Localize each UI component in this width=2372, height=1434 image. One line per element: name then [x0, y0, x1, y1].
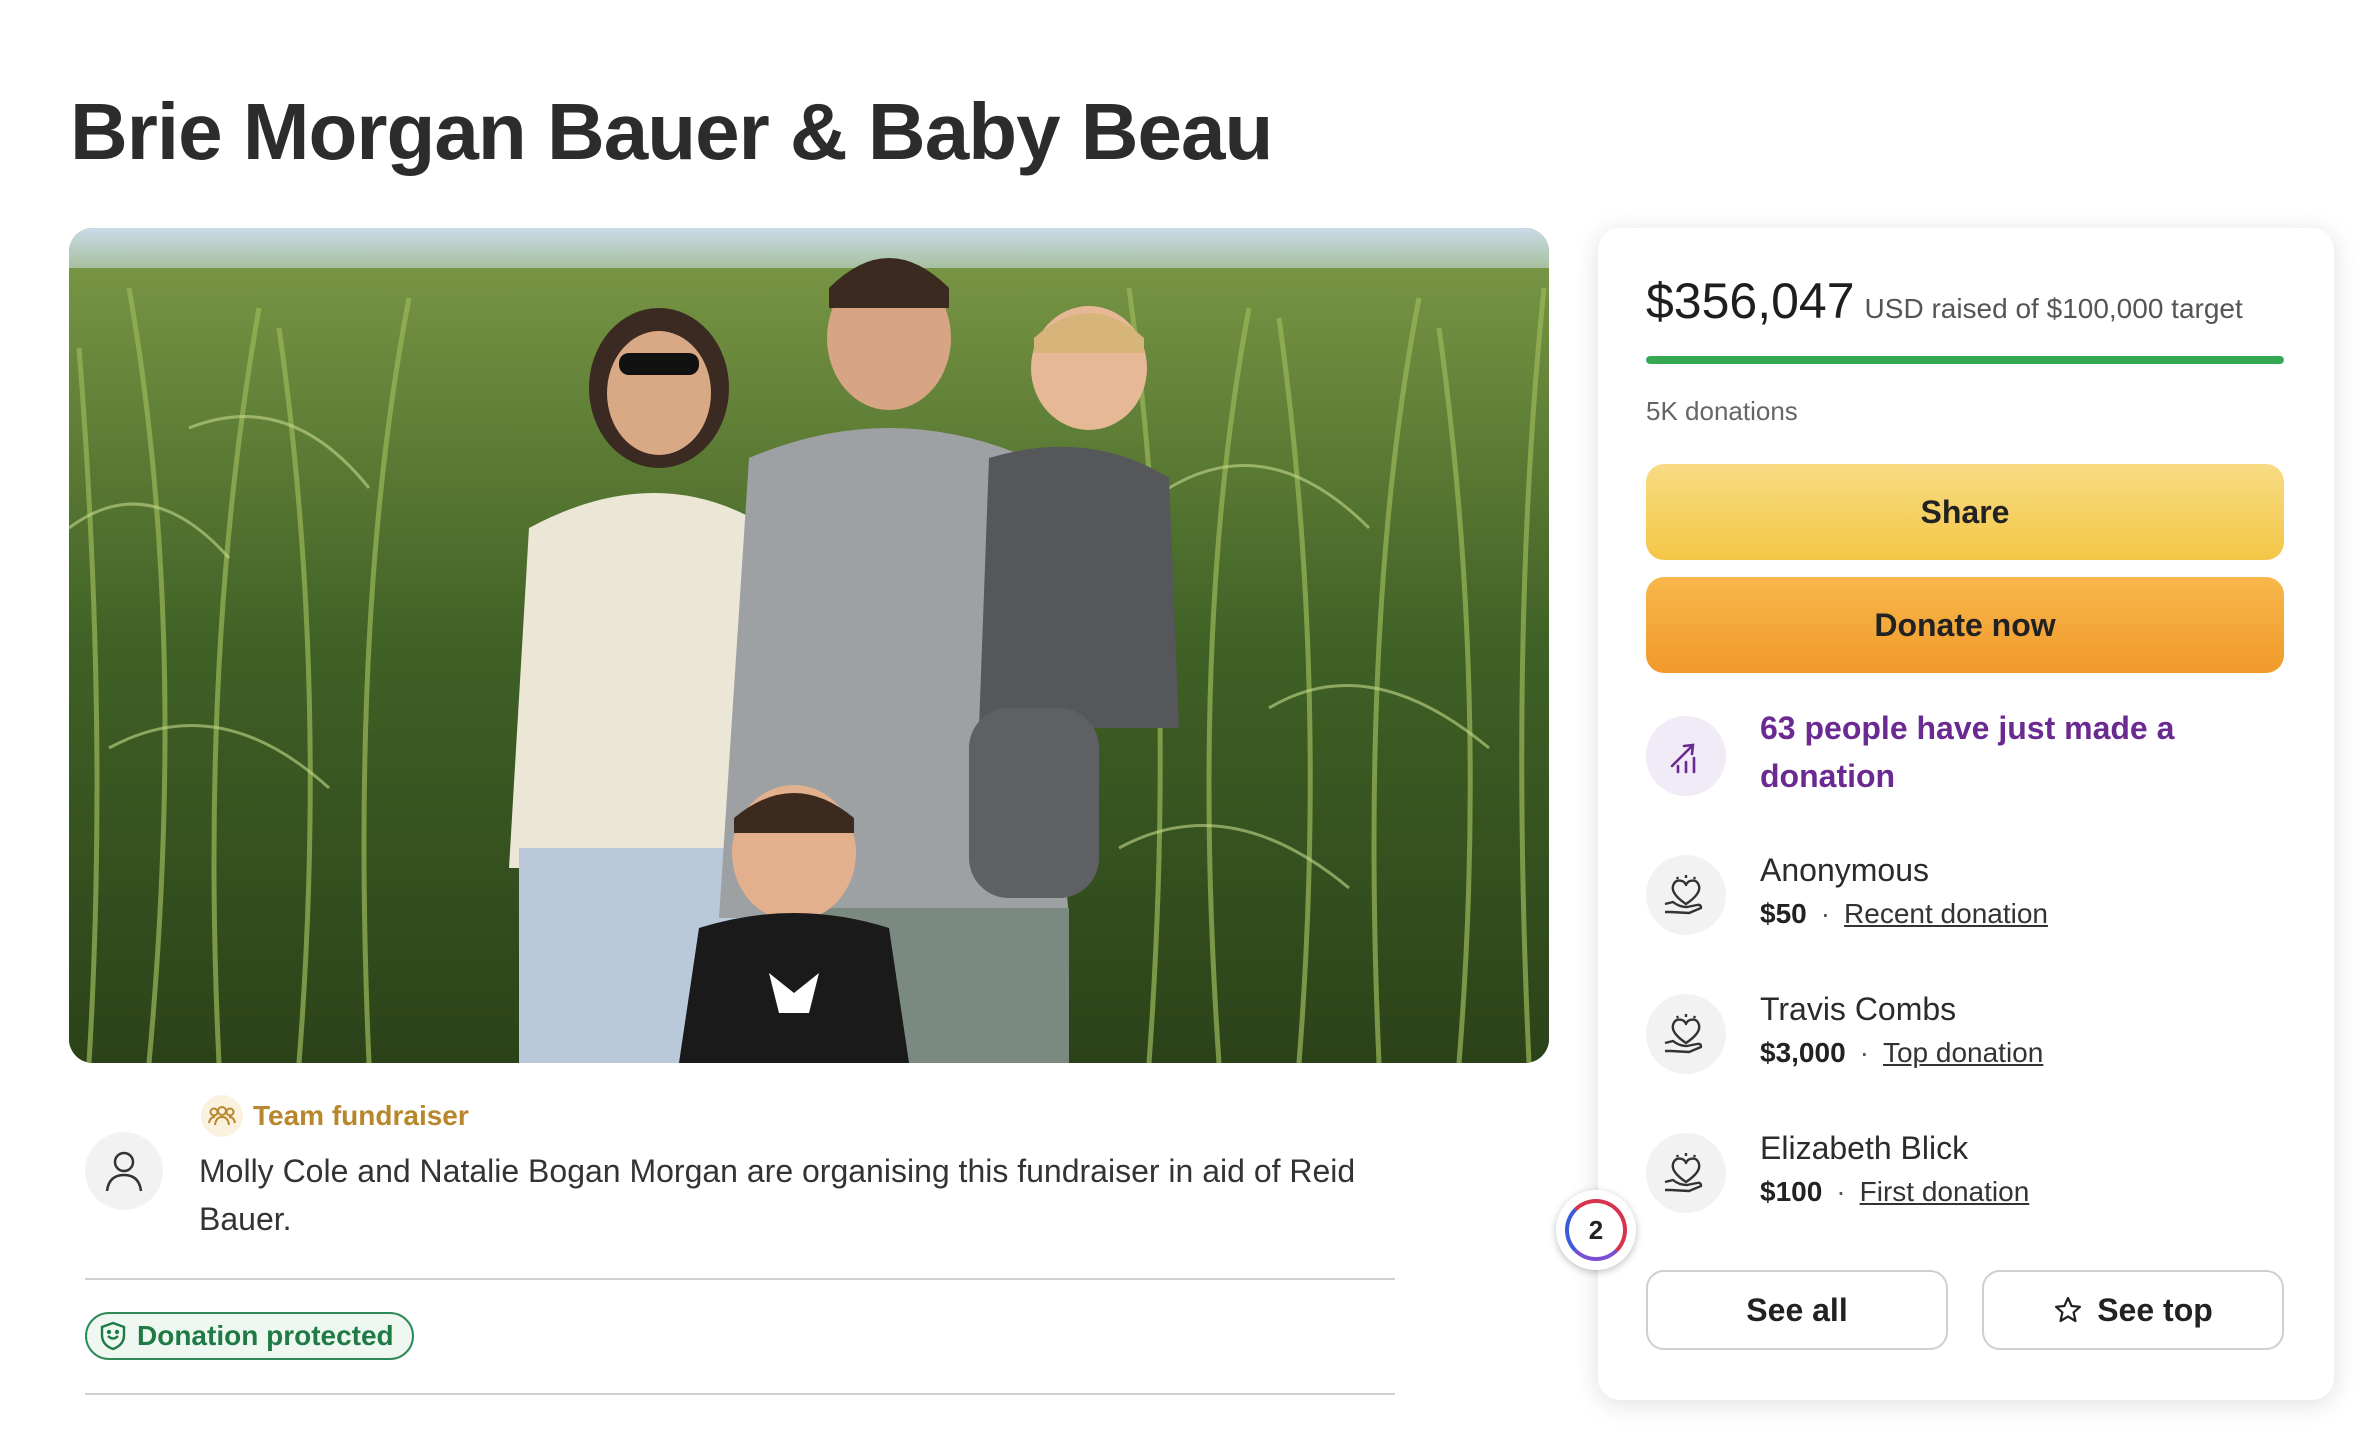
see-all-button[interactable]: See all: [1646, 1270, 1948, 1350]
donation-card: $356,047 USD raised of $100,000 target 5…: [1598, 228, 2334, 1400]
donor-item: Travis Combs $3,000 · Top donation: [1646, 988, 2043, 1076]
recent-donation-link[interactable]: Recent donation: [1844, 891, 2048, 937]
shield-icon: [100, 1321, 126, 1351]
notification-badge[interactable]: 2: [1556, 1190, 1636, 1270]
donor-item: Anonymous $50 · Recent donation: [1646, 849, 2048, 937]
divider: [85, 1393, 1395, 1395]
user-icon: [85, 1132, 163, 1210]
donations-count: 5K donations: [1646, 396, 1798, 426]
recent-activity-text[interactable]: 63 people have just made a donation: [1760, 704, 2190, 800]
raised-summary: $356,047 USD raised of $100,000 target: [1646, 272, 2243, 330]
donor-name: Anonymous: [1760, 852, 1929, 888]
donor-amount: $50: [1760, 898, 1807, 929]
separator-dot: ·: [1859, 1037, 1869, 1068]
top-donation-link[interactable]: Top donation: [1883, 1030, 2043, 1076]
team-icon: [201, 1095, 243, 1137]
separator-dot: ·: [1836, 1176, 1846, 1207]
donation-heart-icon: [1646, 994, 1726, 1074]
donor-amount: $3,000: [1760, 1037, 1846, 1068]
donor-item: Elizabeth Blick $100 · First donation: [1646, 1127, 2029, 1215]
donor-amount: $100: [1760, 1176, 1823, 1207]
recent-activity: 63 people have just made a donation: [1646, 704, 2190, 800]
donation-heart-icon: [1646, 855, 1726, 935]
notification-count: 2: [1565, 1199, 1627, 1261]
donor-name: Travis Combs: [1760, 991, 1957, 1027]
donor-name: Elizabeth Blick: [1760, 1130, 1969, 1166]
raised-amount: $356,047: [1646, 273, 1855, 329]
fundraiser-photo: [69, 228, 1549, 1063]
page-title: Brie Morgan Bauer & Baby Beau: [70, 87, 1273, 176]
see-top-button[interactable]: See top: [1982, 1270, 2284, 1350]
donation-heart-icon: [1646, 1133, 1726, 1213]
raised-target-text: USD raised of $100,000 target: [1864, 293, 2243, 324]
progress-bar: [1646, 356, 2284, 364]
progress-fill: [1646, 356, 2284, 364]
see-all-label: See all: [1746, 1291, 1848, 1328]
first-donation-link[interactable]: First donation: [1860, 1169, 2030, 1215]
see-top-label: See top: [2097, 1291, 2213, 1328]
donate-now-button[interactable]: Donate now: [1646, 577, 2284, 673]
donation-protected-badge[interactable]: Donation protected: [85, 1312, 414, 1360]
divider: [85, 1278, 1395, 1280]
team-fundraiser-text: Team fundraiser: [253, 1100, 469, 1131]
share-button[interactable]: Share: [1646, 464, 2284, 560]
star-icon: [2055, 1296, 2082, 1323]
donation-protected-label: Donation protected: [137, 1320, 394, 1351]
team-fundraiser-label: Team fundraiser: [201, 1095, 469, 1137]
organiser-description: Molly Cole and Natalie Bogan Morgan are …: [199, 1153, 1356, 1237]
trending-up-icon: [1646, 716, 1726, 796]
separator-dot: ·: [1820, 898, 1831, 929]
